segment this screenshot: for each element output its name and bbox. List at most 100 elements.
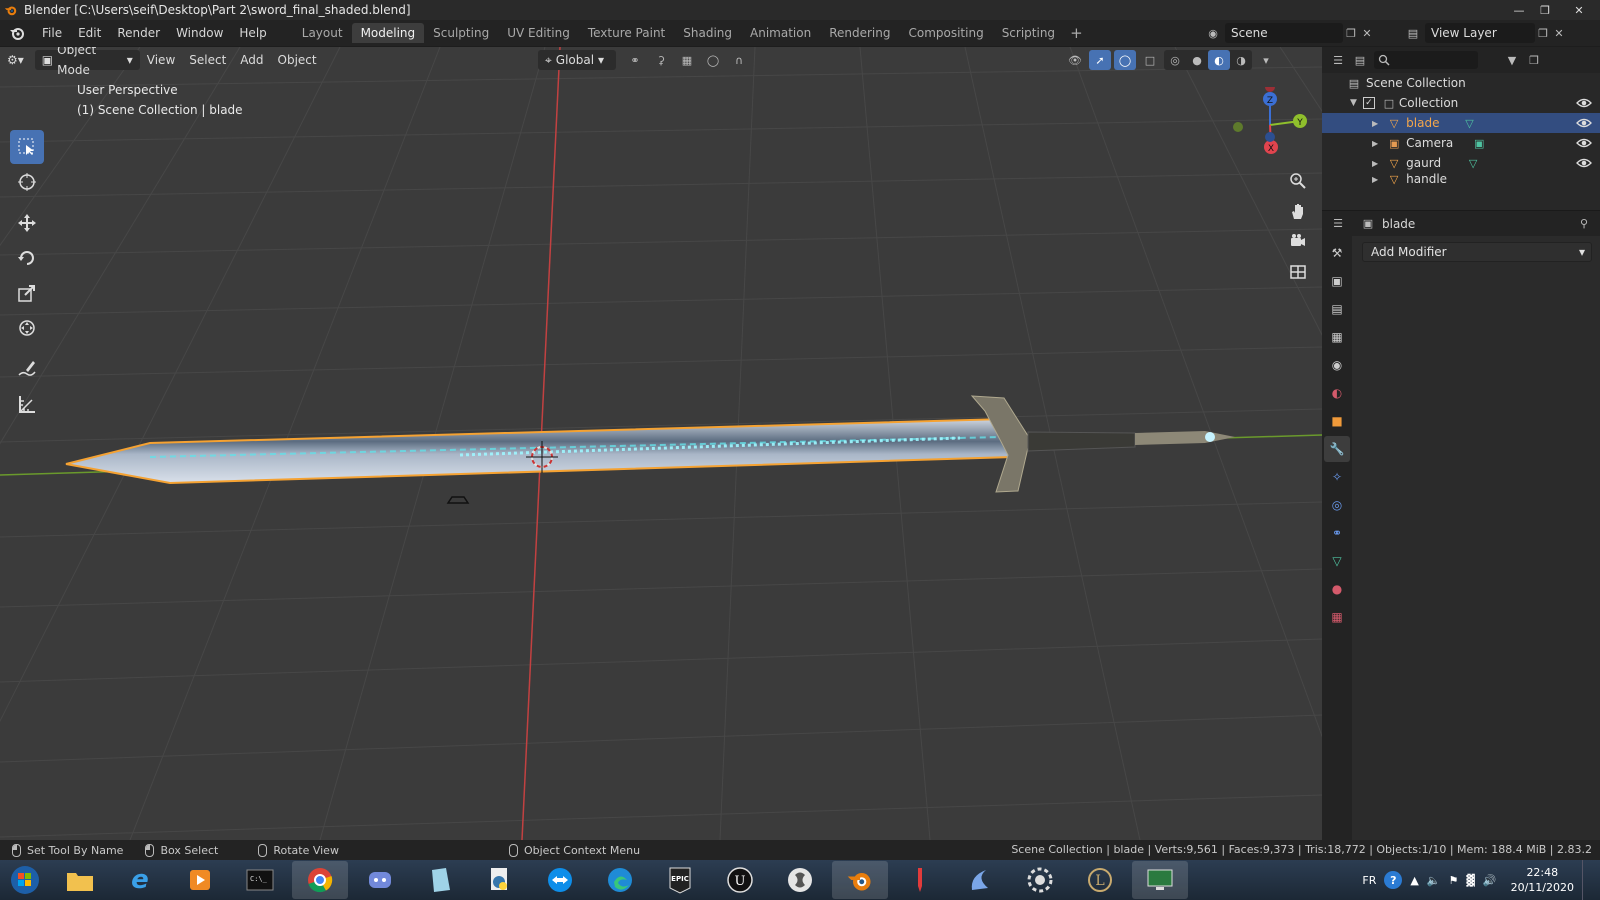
restore-button[interactable]: ❐ (1532, 0, 1558, 20)
solid-shading-icon[interactable]: ● (1186, 50, 1208, 70)
input-language[interactable]: FR (1362, 874, 1376, 887)
overlay-toggle-icon[interactable]: ◯ (1114, 50, 1136, 70)
start-button[interactable] (0, 860, 50, 900)
tab-sculpting[interactable]: Sculpting (424, 23, 498, 43)
taskbar-league[interactable]: L (1072, 861, 1128, 899)
pan-view-button[interactable] (1284, 197, 1312, 225)
tray-expand-icon[interactable]: ▲ (1410, 874, 1418, 887)
camera-object-icon[interactable] (446, 496, 470, 504)
expand-arrow-icon[interactable]: ▼ (1350, 98, 1357, 108)
taskbar-internet-explorer[interactable]: e (112, 861, 168, 899)
outliner-row-blade[interactable]: ▶ ▽ blade ▽ (1322, 113, 1600, 133)
pin-icon[interactable]: ⚲ (1576, 216, 1592, 232)
add-modifier-dropdown[interactable]: Add Modifier ▾ (1362, 242, 1592, 262)
snap-target-icon[interactable]: ▦ (676, 50, 698, 70)
mode-dropdown[interactable]: ▣ Object Mode ▾ (34, 47, 140, 77)
physics-tab-icon[interactable]: ◎ (1324, 492, 1350, 518)
clock[interactable]: 22:48 20/11/2020 (1511, 865, 1574, 895)
network-icon[interactable]: ▓ (1466, 874, 1474, 887)
new-collection-icon[interactable]: ❐ (1526, 52, 1542, 68)
expand-arrow-icon[interactable]: ▶ (1372, 175, 1378, 184)
tool-tab-icon[interactable]: ⚒ (1324, 240, 1350, 266)
outliner-editor-type-icon[interactable]: ☰ (1330, 52, 1346, 68)
taskbar-pencil[interactable] (892, 861, 948, 899)
data-tab-icon[interactable]: ▽ (1324, 548, 1350, 574)
menu-view[interactable]: View (140, 50, 182, 70)
rotate-tool[interactable] (10, 241, 44, 275)
view-layer-tab-icon[interactable]: ▦ (1324, 324, 1350, 350)
annotate-tool[interactable] (10, 352, 44, 386)
taskbar-steam[interactable] (772, 861, 828, 899)
constraints-tab-icon[interactable]: ⚭ (1324, 520, 1350, 546)
pommel-mesh[interactable] (1135, 431, 1235, 445)
gizmo-toggle-icon[interactable]: ➚ (1089, 50, 1111, 70)
visibility-icon[interactable]: 👁 (1064, 50, 1086, 70)
tab-scripting[interactable]: Scripting (993, 23, 1064, 43)
outliner[interactable]: ▤ Scene Collection ▼ ✓ □ Collection ▶ ▽ … (1322, 73, 1600, 210)
eye-icon[interactable] (1576, 115, 1592, 131)
outliner-row-scene-collection[interactable]: ▤ Scene Collection (1322, 73, 1600, 93)
eye-icon[interactable] (1576, 135, 1592, 151)
tab-shading[interactable]: Shading (674, 23, 741, 43)
view-layer-icon[interactable]: ▤ (1405, 25, 1421, 41)
add-workspace-button[interactable]: + (1064, 24, 1089, 42)
view-layer-name-field[interactable]: View Layer (1425, 23, 1535, 43)
transform-orientation-dropdown[interactable]: ⌖ Global ▾ (538, 50, 616, 70)
editor-type-button[interactable]: ⚙▾ (0, 50, 31, 70)
taskbar-epic-games[interactable]: EPIC (652, 861, 708, 899)
ortho-toggle-button[interactable] (1284, 257, 1312, 285)
outliner-search-input[interactable] (1374, 51, 1478, 69)
taskbar-settings[interactable] (1012, 861, 1068, 899)
tab-rendering[interactable]: Rendering (820, 23, 899, 43)
particles-tab-icon[interactable]: ✧ (1324, 464, 1350, 490)
taskbar-krita[interactable] (952, 861, 1008, 899)
new-view-layer-icon[interactable]: ❐ (1535, 25, 1551, 41)
pivot-point-icon[interactable]: ⚭ (624, 50, 646, 70)
taskbar-discord[interactable] (352, 861, 408, 899)
expand-arrow-icon[interactable]: ▶ (1372, 119, 1378, 128)
tab-layout[interactable]: Layout (293, 23, 352, 43)
eye-icon[interactable] (1576, 155, 1592, 171)
outliner-row-handle[interactable]: ▶ ▽ handle (1322, 173, 1600, 185)
handle-mesh[interactable] (1027, 431, 1136, 452)
render-tab-icon[interactable]: ▣ (1324, 268, 1350, 294)
blender-menu-button[interactable] (0, 20, 34, 46)
menu-add[interactable]: Add (233, 50, 270, 70)
world-tab-icon[interactable]: ◐ (1324, 380, 1350, 406)
texture-tab-icon[interactable]: ▦ (1324, 604, 1350, 630)
taskbar-unreal[interactable]: U (712, 861, 768, 899)
move-tool[interactable] (10, 206, 44, 240)
taskbar-file-explorer[interactable] (52, 861, 108, 899)
zoom-view-button[interactable] (1284, 167, 1312, 195)
delete-view-layer-icon[interactable]: ✕ (1551, 25, 1567, 41)
scene-name-field[interactable]: Scene (1225, 23, 1343, 43)
taskbar-teamviewer[interactable] (532, 861, 588, 899)
3d-viewport[interactable]: ⚙▾ ▣ Object Mode ▾ View Select Add Objec… (0, 47, 1322, 840)
cursor-tool[interactable] (10, 165, 44, 199)
volume-icon[interactable]: 🔊 (1483, 874, 1497, 887)
menu-render[interactable]: Render (109, 20, 168, 46)
minimize-button[interactable]: — (1506, 0, 1532, 20)
outliner-row-camera[interactable]: ▶ ▣ Camera ▣ (1322, 133, 1600, 153)
help-icon[interactable]: ? (1384, 871, 1403, 889)
scale-tool[interactable] (10, 276, 44, 310)
tab-texture-paint[interactable]: Texture Paint (579, 23, 674, 43)
shading-options-icon[interactable]: ▾ (1255, 50, 1277, 70)
taskbar-cmd[interactable]: C:\_ (232, 861, 288, 899)
taskbar-notepad[interactable] (412, 861, 468, 899)
menu-edit[interactable]: Edit (70, 20, 109, 46)
tab-uv-editing[interactable]: UV Editing (498, 23, 579, 43)
falloff-icon[interactable]: ∩ (728, 50, 750, 70)
outliner-row-gaurd[interactable]: ▶ ▽ gaurd ▽ (1322, 153, 1600, 173)
menu-file[interactable]: File (34, 20, 70, 46)
snap-icon[interactable]: ⚳ (650, 50, 672, 70)
taskbar-media-player[interactable] (172, 861, 228, 899)
camera-view-button[interactable] (1284, 227, 1312, 255)
scene-icon[interactable]: ◉ (1205, 25, 1221, 41)
tab-animation[interactable]: Animation (741, 23, 820, 43)
output-tab-icon[interactable]: ▤ (1324, 296, 1350, 322)
menu-select[interactable]: Select (182, 50, 233, 70)
wireframe-shading-icon[interactable]: ◎ (1164, 50, 1186, 70)
rendered-shading-icon[interactable]: ◑ (1230, 50, 1252, 70)
xray-toggle-icon[interactable]: □ (1139, 50, 1161, 70)
